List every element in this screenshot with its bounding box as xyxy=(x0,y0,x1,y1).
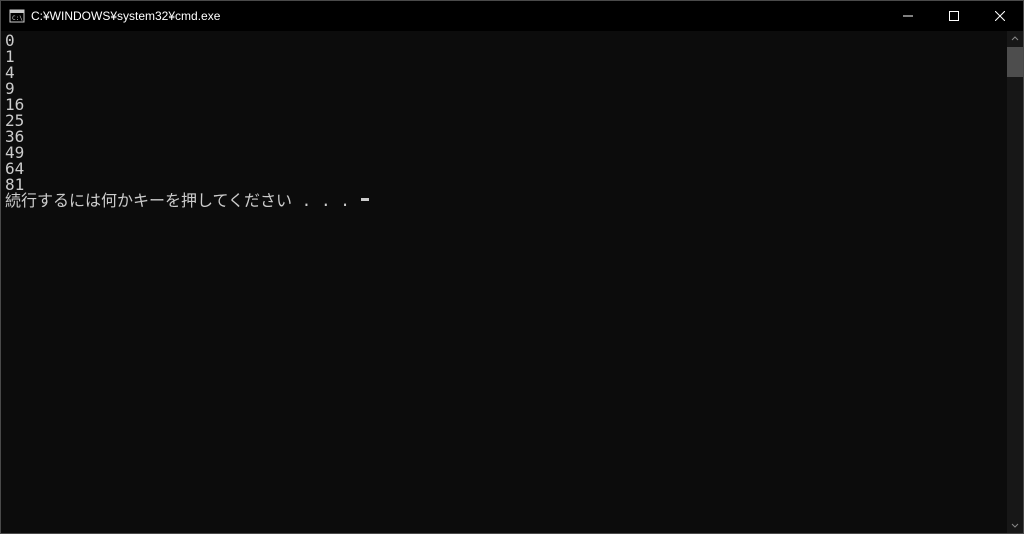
maximize-button[interactable] xyxy=(931,1,977,31)
cmd-icon: C:\ xyxy=(9,8,25,24)
scroll-down-arrow[interactable] xyxy=(1007,517,1023,533)
vertical-scrollbar[interactable] xyxy=(1007,31,1023,533)
console-line: 25 xyxy=(5,113,1003,129)
console-line: 64 xyxy=(5,161,1003,177)
minimize-button[interactable] xyxy=(885,1,931,31)
window-controls xyxy=(885,1,1023,31)
console-output[interactable]: 0149162536496481続行するには何かキーを押してください . . . xyxy=(1,31,1007,533)
console-line: 9 xyxy=(5,81,1003,97)
scroll-up-arrow[interactable] xyxy=(1007,31,1023,47)
text-cursor xyxy=(361,198,369,201)
console-line: 49 xyxy=(5,145,1003,161)
pause-prompt: 続行するには何かキーを押してください . . . xyxy=(5,193,1003,209)
titlebar[interactable]: C:\ C:¥WINDOWS¥system32¥cmd.exe xyxy=(1,1,1023,31)
console-line: 1 xyxy=(5,49,1003,65)
cmd-window: C:\ C:¥WINDOWS¥system32¥cmd.exe 01491625… xyxy=(0,0,1024,534)
console-line: 36 xyxy=(5,129,1003,145)
console-line: 0 xyxy=(5,33,1003,49)
svg-text:C:\: C:\ xyxy=(12,15,23,22)
client-area: 0149162536496481続行するには何かキーを押してください . . . xyxy=(1,31,1023,533)
scroll-thumb[interactable] xyxy=(1007,47,1023,77)
window-title: C:¥WINDOWS¥system32¥cmd.exe xyxy=(31,9,220,23)
console-line: 16 xyxy=(5,97,1003,113)
console-line: 4 xyxy=(5,65,1003,81)
pause-prompt-text: 続行するには何かキーを押してください . . . xyxy=(5,193,359,209)
close-button[interactable] xyxy=(977,1,1023,31)
